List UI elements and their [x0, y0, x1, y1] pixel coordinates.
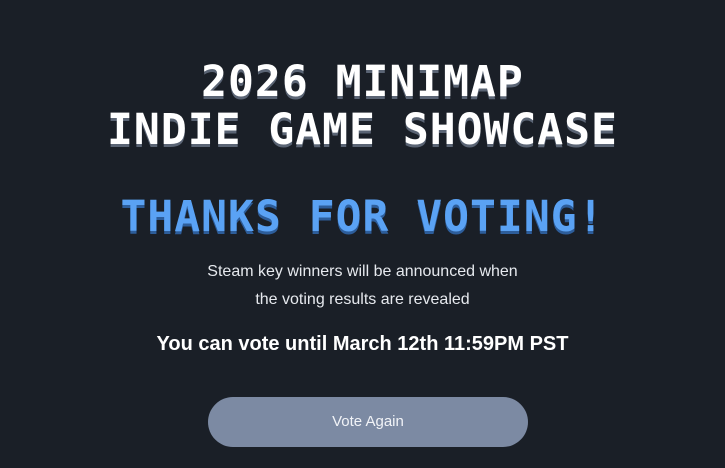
voting-confirmation-page: 2026 MINIMAP INDIE GAME SHOWCASE THANKS … — [0, 0, 725, 468]
winners-announcement-line2: the voting results are revealed — [255, 291, 470, 308]
thanks-heading: THANKS FOR VOTING! — [120, 192, 605, 242]
vote-again-button[interactable]: Vote Again — [208, 397, 528, 447]
showcase-title-line2: INDIE GAME SHOWCASE — [107, 105, 618, 155]
showcase-title-line1: 2026 MINIMAP — [201, 57, 524, 107]
winners-announcement-line1: Steam key winners will be announced when — [207, 263, 518, 280]
voting-deadline: You can vote until March 12th 11:59PM PS… — [156, 333, 569, 355]
